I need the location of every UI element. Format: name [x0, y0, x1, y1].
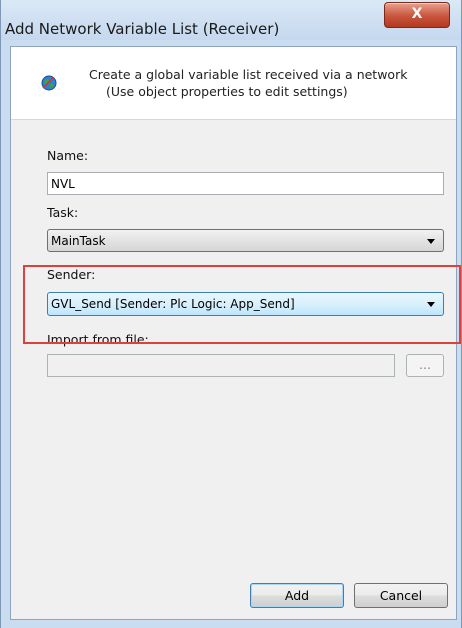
globe-icon: [41, 75, 57, 91]
sender-highlight-box: [23, 265, 461, 344]
cancel-button[interactable]: Cancel: [354, 583, 448, 608]
description-line-1: Create a global variable list received v…: [89, 67, 408, 82]
add-button[interactable]: Add: [250, 583, 344, 608]
title-bar[interactable]: Add Network Variable List (Receiver) X: [1, 0, 461, 40]
close-button[interactable]: X: [384, 2, 450, 28]
close-icon: X: [411, 6, 423, 22]
import-file-field[interactable]: [47, 354, 395, 377]
browse-button[interactable]: ...: [406, 354, 444, 377]
task-dropdown-value: MainTask: [51, 234, 106, 248]
name-label: Name:: [47, 148, 89, 163]
description-line-2: (Use object properties to edit settings): [106, 84, 348, 99]
task-label: Task:: [47, 205, 79, 220]
task-dropdown[interactable]: MainTask: [47, 229, 444, 252]
description-header: Create a global variable list received v…: [11, 47, 456, 120]
name-field[interactable]: NVL: [47, 172, 444, 195]
window-title: Add Network Variable List (Receiver): [5, 20, 280, 38]
chevron-down-icon: [427, 239, 435, 244]
